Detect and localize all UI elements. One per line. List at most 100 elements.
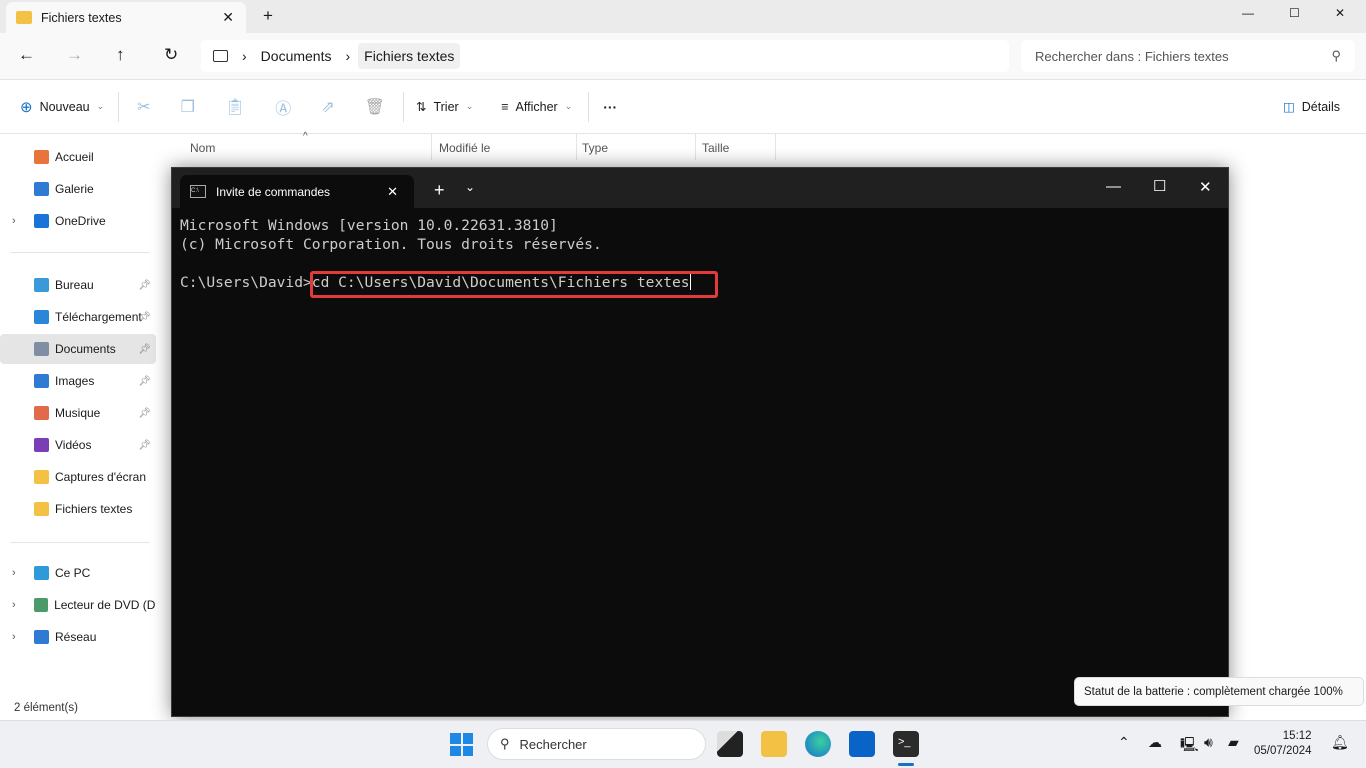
terminal-tab[interactable]: C:\ Invite de commandes ✕ [180, 175, 414, 208]
explorer-tab[interactable]: Fichiers textes ✕ [6, 2, 246, 33]
chevron-icon: › [345, 48, 350, 64]
taskbar-search[interactable]: ⚲Rechercher [487, 728, 706, 760]
battery-icon[interactable]: ▰ [1228, 734, 1239, 751]
highlight-box [310, 271, 718, 298]
close-tab-icon[interactable]: ✕ [387, 184, 398, 200]
notification-bell-icon[interactable]: 🔔︎ [1331, 734, 1349, 751]
search-placeholder: Rechercher dans : Fichiers textes [1035, 49, 1229, 64]
pin-icon: 📌︎ [138, 376, 151, 387]
sidebar-item-label: Captures d'écran [55, 470, 146, 484]
sidebar-item[interactable]: Fichiers textes [0, 494, 156, 524]
sidebar-item[interactable]: ›Réseau [0, 622, 156, 652]
sort-button[interactable]: ⇅Trier⌄ [416, 99, 473, 114]
column-size[interactable]: Taille [702, 141, 729, 155]
sidebar-item[interactable]: Images📌︎ [0, 366, 156, 396]
breadcrumb-documents[interactable]: Documents [261, 48, 332, 64]
file-explorer-icon[interactable] [761, 731, 787, 757]
sidebar-item[interactable]: Accueil [0, 142, 156, 172]
column-name[interactable]: Nom [190, 141, 215, 155]
outlook-icon[interactable] [849, 731, 875, 757]
sidebar-icon [34, 310, 49, 324]
sidebar-item[interactable]: › OneDrive [0, 206, 156, 236]
expand-chevron-icon[interactable]: › [12, 599, 16, 611]
refresh-icon[interactable]: ↻ [164, 45, 178, 65]
rename-icon[interactable]: Ⓐ [275, 95, 291, 119]
close-icon[interactable]: ✕ [1335, 6, 1345, 20]
delete-icon[interactable]: 🗑︎ [365, 97, 385, 117]
edge-icon[interactable] [805, 731, 831, 757]
sidebar-item-label: Galerie [55, 182, 94, 196]
new-tab-icon[interactable]: + [263, 6, 273, 26]
sidebar-icon [34, 630, 49, 644]
pin-icon: 📌︎ [138, 440, 151, 451]
pin-icon: 📌︎ [138, 280, 151, 291]
expand-chevron-icon[interactable]: › [12, 215, 16, 227]
expand-chevron-icon[interactable]: › [12, 631, 16, 643]
search-icon: ⚲ [1331, 48, 1341, 64]
navigation-pane: AccueilGalerie›OneDriveBureau📌︎Télécharg… [0, 134, 158, 720]
sidebar-item[interactable]: Galerie [0, 174, 156, 204]
sidebar-item[interactable]: Musique📌︎ [0, 398, 156, 428]
divider [588, 92, 589, 122]
minimize-icon[interactable]: — [1106, 178, 1121, 195]
start-icon[interactable] [450, 733, 473, 756]
maximize-icon[interactable]: ☐ [1153, 177, 1166, 195]
terminal-icon[interactable]: >_ [893, 731, 919, 757]
minimize-icon[interactable]: — [1242, 6, 1254, 20]
task-view-icon[interactable] [717, 731, 743, 757]
details-button[interactable]: ◫Détails [1283, 99, 1340, 114]
clock[interactable]: 15:1205/07/2024 [1254, 729, 1312, 759]
new-button[interactable]: ⊕Nouveau⌄ [20, 98, 104, 116]
sidebar-item[interactable]: Bureau 📌︎ [0, 270, 156, 300]
sidebar-item-label: Ce PC [55, 566, 90, 580]
back-icon[interactable]: ← [18, 45, 35, 65]
onedrive-offline-icon[interactable]: ☁ [1148, 734, 1162, 751]
pin-icon: 📌︎ [138, 312, 151, 323]
sidebar-item[interactable]: ›Lecteur de DVD (D:) [0, 590, 156, 620]
forward-icon[interactable]: → [66, 45, 83, 65]
volume-icon[interactable]: 🔊︎ [1204, 734, 1213, 751]
close-icon[interactable]: ✕ [1199, 178, 1212, 196]
sidebar-item[interactable]: Vidéos📌︎ [0, 430, 156, 460]
status-bar-count: 2 élément(s) [14, 702, 78, 714]
share-icon[interactable]: ⇗ [321, 97, 334, 117]
close-tab-icon[interactable]: ✕ [222, 9, 234, 26]
command-bar: ⊕Nouveau⌄ ✂ ❐ 📋︎ Ⓐ ⇗ 🗑︎ ⇅Trier⌄ ≡Affiche… [0, 80, 1366, 134]
show-hidden-icons[interactable]: ⌃ [1118, 734, 1130, 751]
view-button[interactable]: ≡Afficher⌄ [501, 100, 572, 114]
sort-icon: ⇅ [416, 99, 426, 114]
sidebar-icon [34, 406, 49, 420]
up-icon[interactable]: ↑ [116, 45, 125, 65]
maximize-icon[interactable]: ☐ [1289, 6, 1300, 20]
details-pane-icon: ◫ [1283, 99, 1295, 114]
column-modified[interactable]: Modifié le [439, 141, 490, 155]
sidebar-item-label: OneDrive [55, 214, 106, 228]
pin-icon: 📌︎ [138, 344, 151, 355]
pc-icon [213, 50, 228, 62]
search-input[interactable]: Rechercher dans : Fichiers textes ⚲ [1021, 40, 1355, 72]
cmd-icon: C:\ [190, 185, 206, 198]
time: 15:12 [1254, 729, 1312, 744]
more-button[interactable]: ··· [603, 99, 617, 115]
cut-icon[interactable]: ✂ [137, 97, 150, 117]
folder-icon [16, 11, 32, 24]
paste-icon[interactable]: 📋︎ [225, 97, 245, 117]
new-tab-icon[interactable]: + [434, 180, 445, 201]
sidebar-icon [34, 214, 49, 228]
sidebar-item[interactable]: › Ce PC [0, 558, 156, 588]
sidebar-item[interactable]: Documents 📌︎ [0, 334, 156, 364]
sidebar-item[interactable]: Téléchargement📌︎ [0, 302, 156, 332]
taskbar-search-label: Rechercher [520, 737, 587, 752]
expand-chevron-icon[interactable]: › [12, 567, 16, 579]
divider [10, 252, 150, 253]
sidebar-item-label: Documents [55, 342, 116, 356]
column-type[interactable]: Type [582, 141, 608, 155]
breadcrumb-current[interactable]: Fichiers textes [358, 43, 460, 69]
new-label: Nouveau [40, 100, 90, 114]
network-icon[interactable]: 🖳︎ [1180, 734, 1199, 758]
copy-icon[interactable]: ❐ [181, 97, 195, 117]
sidebar-item[interactable]: Captures d'écran [0, 462, 156, 492]
address-bar[interactable]: › Documents › Fichiers textes [201, 40, 1009, 72]
dropdown-icon[interactable]: ⌄ [465, 180, 475, 194]
sidebar-item-label: Bureau [55, 278, 94, 292]
